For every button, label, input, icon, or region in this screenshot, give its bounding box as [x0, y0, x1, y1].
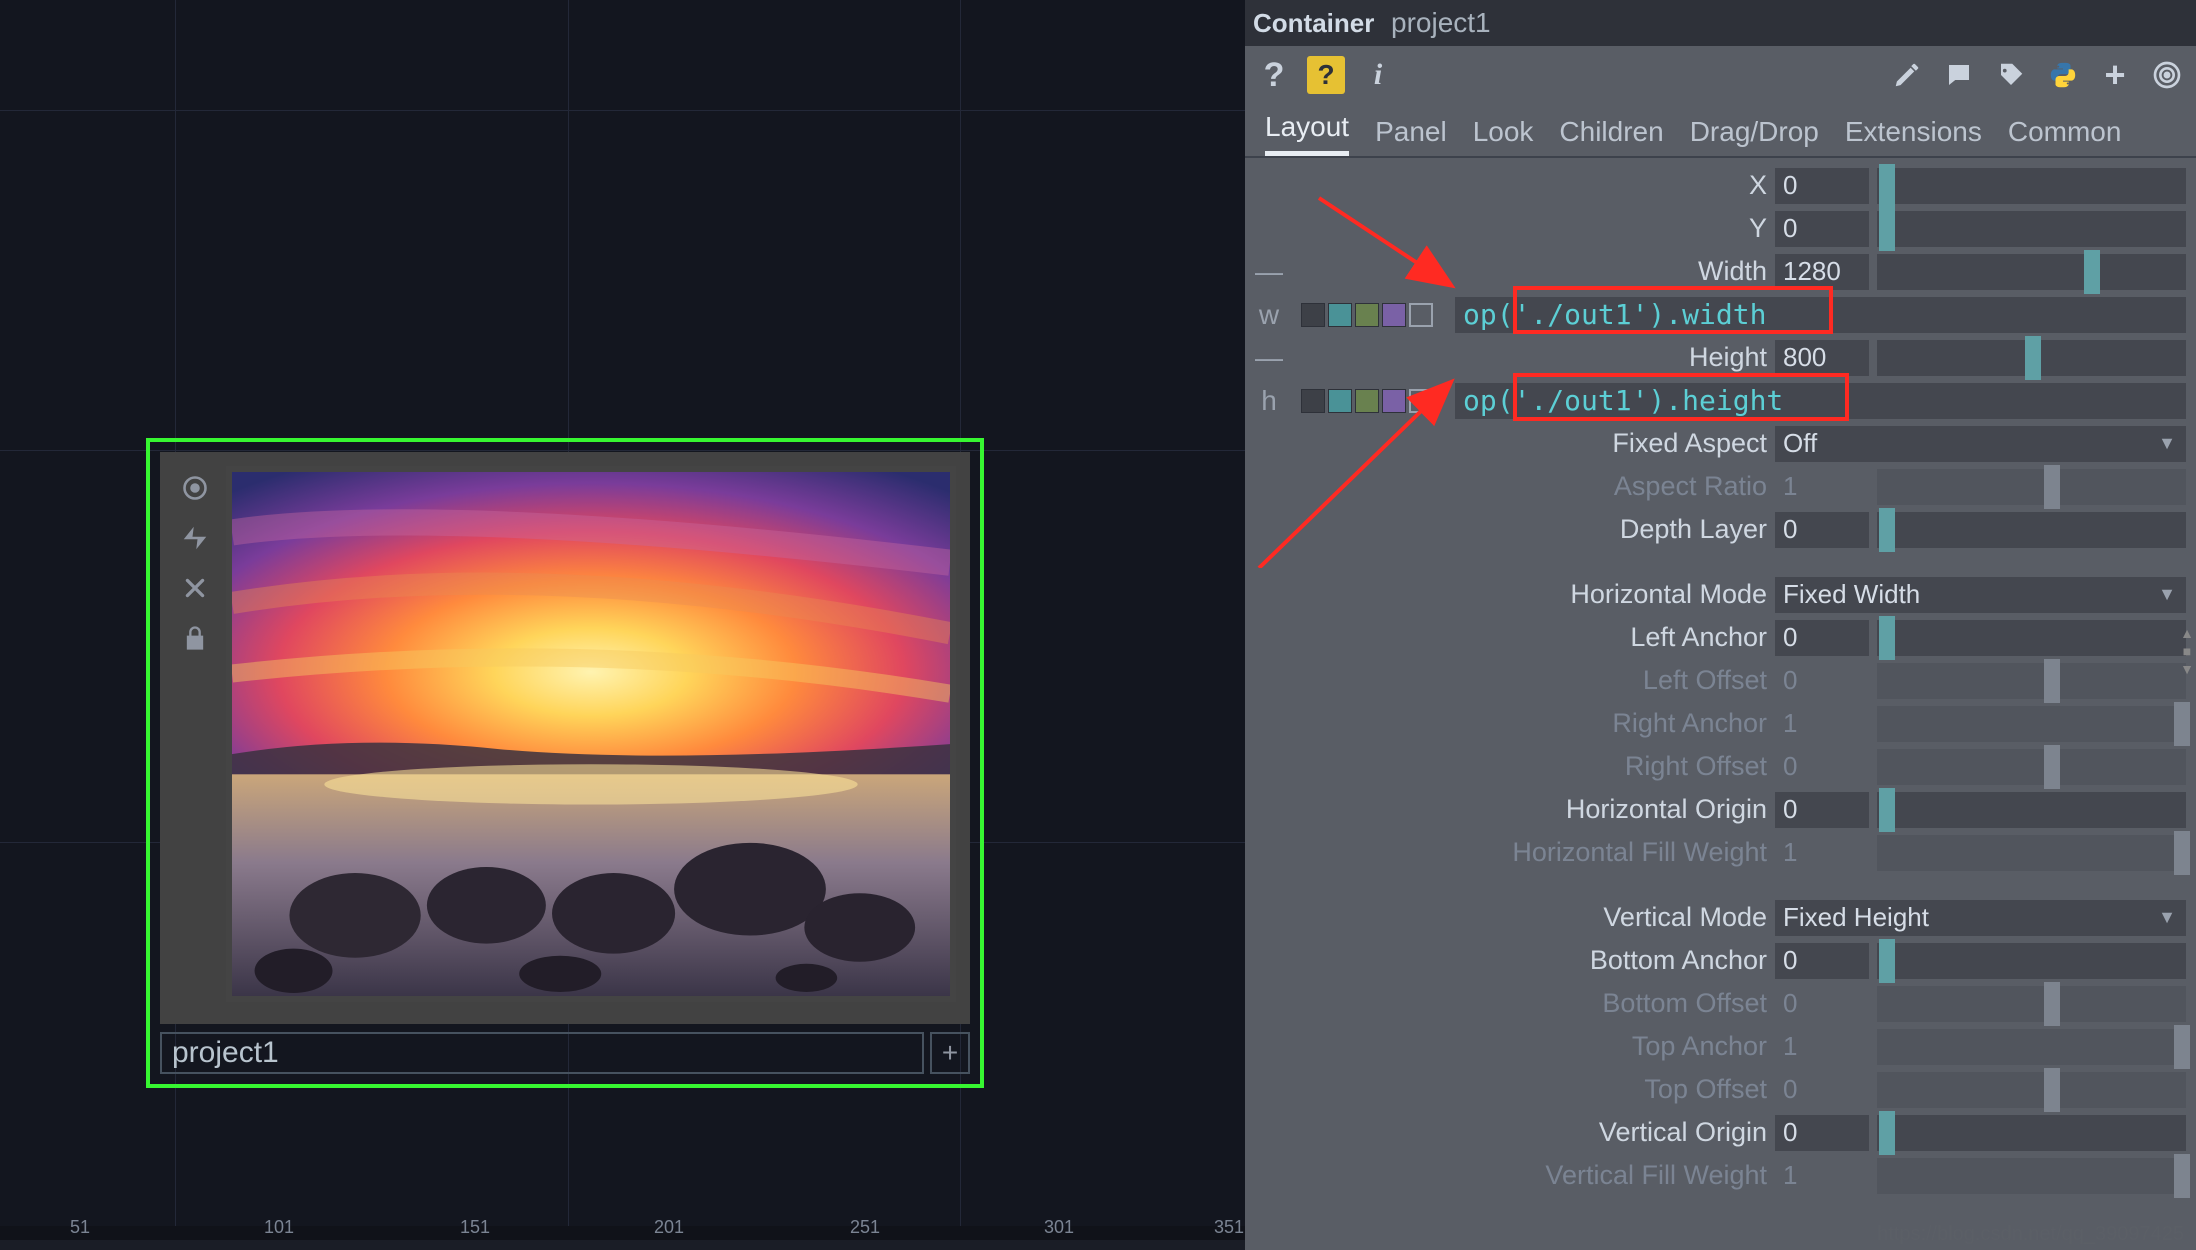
scroll-affordance[interactable]: ▲■▼ — [2178, 625, 2196, 685]
param-page-tabs: Layout Panel Look Children Drag/Drop Ext… — [1245, 104, 2196, 158]
tab-children[interactable]: Children — [1559, 116, 1663, 156]
h-mode-swatches[interactable] — [1301, 389, 1433, 413]
network-viewport[interactable]: project1 + 51 101 151 201 251 301 351 — [0, 0, 1245, 1240]
left-anchor[interactable] — [1775, 620, 1869, 656]
h-expression[interactable] — [1455, 383, 2186, 419]
param-list: X Y —Width w —Height h — [1245, 158, 2196, 1250]
comp-node[interactable]: project1 + — [146, 438, 984, 1088]
bottom-anchor[interactable] — [1775, 943, 1869, 979]
timeline-ruler: 51 101 151 201 251 301 351 — [0, 1226, 1245, 1240]
comment-icon[interactable] — [1940, 56, 1978, 94]
y-value[interactable] — [1775, 211, 1869, 247]
height-value[interactable] — [1775, 340, 1869, 376]
help-icon[interactable]: ? — [1255, 56, 1293, 94]
viewer-active-icon[interactable] — [173, 466, 217, 510]
x-value[interactable] — [1775, 168, 1869, 204]
clone-immune-icon[interactable] — [173, 616, 217, 660]
width-slider[interactable] — [1877, 254, 2186, 290]
tab-layout[interactable]: Layout — [1265, 111, 1349, 156]
edit-icon[interactable] — [1888, 56, 1926, 94]
fixed-aspect-select[interactable]: Off▼ — [1775, 426, 2186, 462]
panel-header: Container project1 — [1245, 0, 2196, 46]
vmode-select[interactable]: Fixed Height▼ — [1775, 900, 2186, 936]
bypass-icon[interactable] — [173, 516, 217, 560]
tab-panel[interactable]: Panel — [1375, 116, 1447, 156]
width-value[interactable] — [1775, 254, 1869, 290]
hmode-select[interactable]: Fixed Width▼ — [1775, 577, 2186, 613]
tab-extensions[interactable]: Extensions — [1845, 116, 1982, 156]
aspect-value: 1 — [1775, 469, 1869, 504]
node-viewer — [226, 466, 956, 1002]
w-expression[interactable] — [1455, 297, 2186, 333]
parameter-panel: Container project1 ? ? i + Layout Panel … — [1245, 0, 2196, 1250]
watermark: https://blog.csdn.net/qq_39097425 — [1877, 1223, 2184, 1246]
node-name-field[interactable]: project1 — [160, 1032, 924, 1074]
lock-close-icon[interactable] — [173, 566, 217, 610]
info-icon[interactable]: i — [1359, 56, 1397, 94]
height-slider[interactable] — [1877, 340, 2186, 376]
python-icon[interactable] — [2044, 56, 2082, 94]
sunset-image — [232, 472, 950, 996]
python-help-icon[interactable]: ? — [1307, 56, 1345, 94]
tab-common[interactable]: Common — [2008, 116, 2122, 156]
v-origin[interactable] — [1775, 1115, 1869, 1151]
tag-icon[interactable] — [1992, 56, 2030, 94]
operator-name[interactable]: project1 — [1365, 7, 2196, 39]
y-slider[interactable] — [1877, 211, 2186, 247]
target-icon[interactable] — [2148, 56, 2186, 94]
node-add-output-icon[interactable]: + — [930, 1032, 970, 1074]
tab-dragdrop[interactable]: Drag/Drop — [1690, 116, 1819, 156]
h-origin[interactable] — [1775, 792, 1869, 828]
tab-look[interactable]: Look — [1473, 116, 1534, 156]
depth-value[interactable] — [1775, 512, 1869, 548]
w-mode-swatches[interactable] — [1301, 303, 1433, 327]
add-icon[interactable]: + — [2096, 56, 2134, 94]
x-slider[interactable] — [1877, 168, 2186, 204]
